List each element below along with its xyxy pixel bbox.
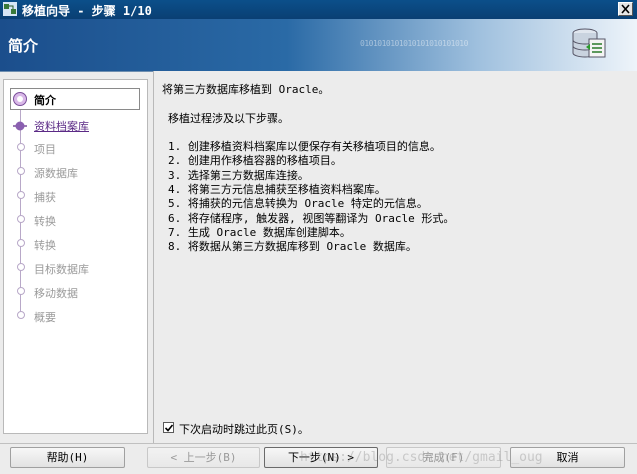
step-dot-icon (17, 191, 25, 199)
step-description: 2. 创建用作移植容器的移植项目。 (168, 154, 342, 168)
wizard-header: 简介 0101010101010101010101010 (0, 19, 637, 71)
window-title: 移植向导 - 步骤 1/10 (22, 4, 152, 18)
intro-heading: 将第三方数据库移植到 Oracle。 (162, 83, 330, 96)
step-label: 捕获 (34, 191, 56, 204)
step-dot-icon (17, 263, 25, 271)
intro-subheading: 移植过程涉及以下步骤。 (168, 111, 289, 125)
step-description: 1. 创建移植资料档案库以便保存有关移植项目的信息。 (168, 140, 441, 154)
step-label: 概要 (34, 311, 56, 324)
step-description: 5. 将捕获的元信息转换为 Oracle 特定的元信息。 (168, 197, 428, 211)
step-dot-icon (17, 287, 25, 295)
close-button[interactable] (618, 2, 633, 16)
step-label: 源数据库 (34, 167, 78, 180)
step-dot-icon (17, 311, 25, 319)
checkmark-icon (165, 424, 173, 432)
current-step-icon (13, 92, 27, 106)
step-label: 转换 (34, 239, 56, 252)
step-label: 目标数据库 (34, 263, 89, 276)
step-description: 8. 将数据从第三方数据库移到 Oracle 数据库。 (168, 240, 417, 254)
wizard-window: 移植向导 - 步骤 1/10 简介 0101010101010101010101… (0, 0, 637, 474)
intro-content: 将第三方数据库移植到 Oracle。 移植过程涉及以下步骤。 1. 创建移植资料… (162, 83, 454, 255)
skip-page-checkbox[interactable] (163, 422, 174, 433)
step-label: 转换 (34, 215, 56, 228)
step-label: 简介 (34, 94, 56, 107)
step-description: 4. 将第三方元信息捕获至移植资料档案库。 (168, 183, 386, 197)
content-panel: 将第三方数据库移植到 Oracle。 移植过程涉及以下步骤。 1. 创建移植资料… (153, 71, 637, 443)
back-button[interactable]: < 上一步(B) (147, 447, 260, 468)
app-icon (3, 2, 17, 16)
step-label: 移动数据 (34, 287, 78, 300)
step-dot-icon (17, 167, 25, 175)
header-binary-decoration: 0101010101010101010101010 (360, 39, 468, 48)
step-label: 项目 (34, 143, 56, 156)
title-bar: 移植向导 - 步骤 1/10 (0, 0, 637, 19)
step-intro[interactable]: 简介 (10, 88, 140, 110)
help-button[interactable]: 帮助(H) (10, 447, 125, 468)
step-description: 6. 将存储程序, 触发器, 视图等翻译为 Oracle 形式。 (168, 211, 455, 225)
step-description: 7. 生成 Oracle 数据库创建脚本。 (168, 225, 351, 239)
steps-navigation: 简介 资料档案库 项目 源数据库 捕获 转换 转换 目标数据库 移动数据 概要 (3, 79, 148, 434)
step-label: 资料档案库 (34, 120, 89, 133)
next-step-icon (13, 121, 27, 131)
page-title: 简介 (8, 37, 39, 55)
close-icon (621, 4, 630, 14)
step-dot-icon (17, 143, 25, 151)
skip-page-label: 下次启动时跳过此页(S)。 (179, 423, 309, 436)
database-migration-icon (572, 28, 606, 58)
button-bar: 帮助(H) < 上一步(B) 下一步(N) > 完成(F) 取消 https:/… (0, 443, 637, 474)
step-dot-icon (17, 239, 25, 247)
step-description: 3. 选择第三方数据库连接。 (168, 168, 309, 182)
watermark: https://blog.csdn.net/gmail_oug (300, 450, 543, 465)
step-dot-icon (17, 215, 25, 223)
